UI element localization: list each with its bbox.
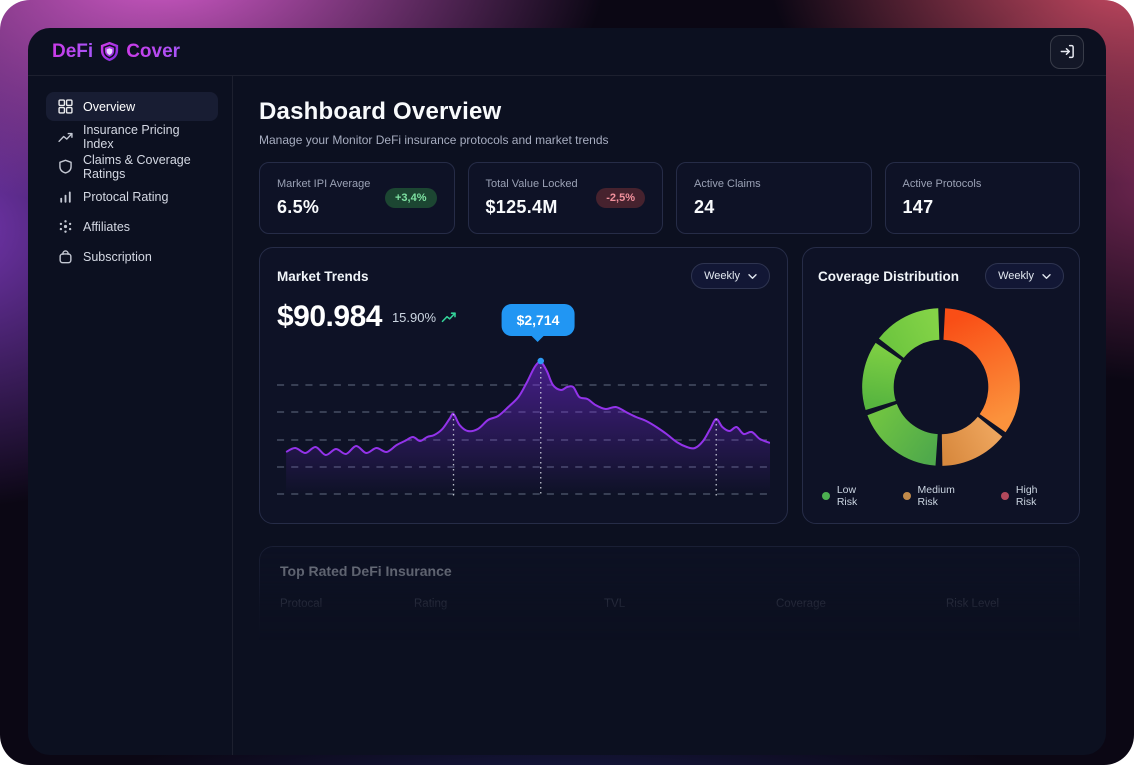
period-label: Weekly — [704, 270, 740, 282]
stat-label: Active Protocols — [903, 178, 982, 190]
legend-dot — [903, 492, 911, 500]
legend-label: High Risk — [1016, 484, 1060, 508]
market-trends-chart-area[interactable] — [277, 334, 770, 509]
top-header: DeFi Cover — [28, 28, 1106, 76]
column-header: Risk Level — [946, 598, 1059, 610]
page-background: DeFi Cover — [0, 0, 1134, 765]
market-trends-value: $90.984 — [277, 300, 382, 334]
sidebar-item-protocal-rating[interactable]: Protocal Rating — [46, 182, 218, 211]
sidebar: Overview Insurance Pricing Index — [28, 76, 233, 755]
sidebar-item-overview[interactable]: Overview — [46, 92, 218, 121]
stat-label: Total Value Locked — [486, 178, 578, 190]
app-window: DeFi Cover — [28, 28, 1106, 755]
donut-chart[interactable] — [855, 301, 1027, 473]
brand-name-second: Cover — [126, 41, 180, 63]
stat-value: 6.5% — [277, 197, 370, 218]
chevron-down-icon — [748, 273, 757, 280]
column-header: Protocal — [280, 598, 414, 610]
column-header: TVL — [604, 598, 776, 610]
page-subtitle: Manage your Monitor DeFi insurance proto… — [259, 133, 1080, 147]
bag-icon — [58, 249, 73, 264]
market-trends-title: Market Trends — [277, 269, 369, 284]
sidebar-item-label: Protocal Rating — [83, 190, 168, 204]
sidebar-item-label: Claims & Coverage Ratings — [83, 153, 206, 181]
donut-legend: Low Risk Medium Risk High Risk — [818, 484, 1064, 510]
area-chart — [277, 357, 770, 507]
column-header: Coverage — [776, 598, 946, 610]
donut-chart-wrap — [818, 289, 1064, 484]
column-header: Rating — [414, 598, 604, 610]
market-trends-change: 15.90% — [392, 310, 436, 325]
sidebar-item-label: Overview — [83, 100, 135, 114]
stat-card-active-protocols: Active Protocols 147 — [885, 162, 1081, 234]
sidebar-item-label: Subscription — [83, 250, 152, 264]
shield-icon — [58, 159, 73, 174]
shield-logo-icon — [98, 40, 121, 63]
change-badge: +3,4% — [385, 188, 437, 208]
sidebar-item-subscription[interactable]: Subscription — [46, 242, 218, 271]
period-label: Weekly — [998, 270, 1034, 282]
login-button[interactable] — [1050, 35, 1084, 69]
grid-icon — [58, 99, 73, 114]
brand-name-first: DeFi — [52, 41, 93, 63]
stat-value: 147 — [903, 197, 982, 218]
stat-value: 24 — [694, 197, 761, 218]
charts-row: Market Trends Weekly $90.984 1 — [259, 247, 1080, 524]
coverage-distribution-card: Coverage Distribution Weekly — [802, 247, 1080, 524]
main-content: Dashboard Overview Manage your Monitor D… — [233, 76, 1106, 755]
coverage-title: Coverage Distribution — [818, 269, 959, 284]
stat-label: Active Claims — [694, 178, 761, 190]
chevron-down-icon — [1042, 273, 1051, 280]
brand-logo: DeFi Cover — [52, 40, 180, 63]
stat-card-tvl: Total Value Locked $125.4M -2,5% — [468, 162, 664, 234]
trending-up-icon — [58, 129, 73, 144]
trend-up-arrow-icon — [441, 311, 457, 323]
top-rated-table-card: Top Rated DeFi Insurance Protocal Rating… — [259, 546, 1080, 746]
coverage-period-dropdown[interactable]: Weekly — [985, 263, 1064, 289]
legend-dot — [1001, 492, 1009, 500]
market-trends-period-dropdown[interactable]: Weekly — [691, 263, 770, 289]
stat-card-market-ipi: Market IPI Average 6.5% +3,4% — [259, 162, 455, 234]
stat-card-active-claims: Active Claims 24 — [676, 162, 872, 234]
legend-item-low-risk: Low Risk — [822, 484, 879, 508]
network-dots-icon — [58, 219, 73, 234]
log-in-icon — [1059, 43, 1076, 60]
sidebar-item-label: Insurance Pricing Index — [83, 123, 206, 151]
sidebar-item-label: Affiliates — [83, 220, 130, 234]
legend-label: Low Risk — [837, 484, 879, 508]
legend-dot — [822, 492, 830, 500]
table-title: Top Rated DeFi Insurance — [260, 563, 1079, 579]
bar-chart-icon — [58, 189, 73, 204]
table-header-row: Protocal Rating TVL Coverage Risk Level — [260, 598, 1079, 610]
stat-value: $125.4M — [486, 197, 578, 218]
sidebar-item-affiliates[interactable]: Affiliates — [46, 212, 218, 241]
sidebar-item-insurance-pricing-index[interactable]: Insurance Pricing Index — [46, 122, 218, 151]
legend-item-high-risk: High Risk — [1001, 484, 1060, 508]
chart-tooltip: $2,714 — [502, 304, 575, 336]
market-trends-card: Market Trends Weekly $90.984 1 — [259, 247, 788, 524]
legend-label: Medium Risk — [918, 484, 978, 508]
stats-row: Market IPI Average 6.5% +3,4% Total Valu… — [259, 162, 1080, 234]
page-title: Dashboard Overview — [259, 98, 1080, 126]
legend-item-medium-risk: Medium Risk — [903, 484, 977, 508]
change-badge: -2,5% — [596, 188, 645, 208]
stat-label: Market IPI Average — [277, 178, 370, 190]
sidebar-item-claims-coverage-ratings[interactable]: Claims & Coverage Ratings — [46, 152, 218, 181]
